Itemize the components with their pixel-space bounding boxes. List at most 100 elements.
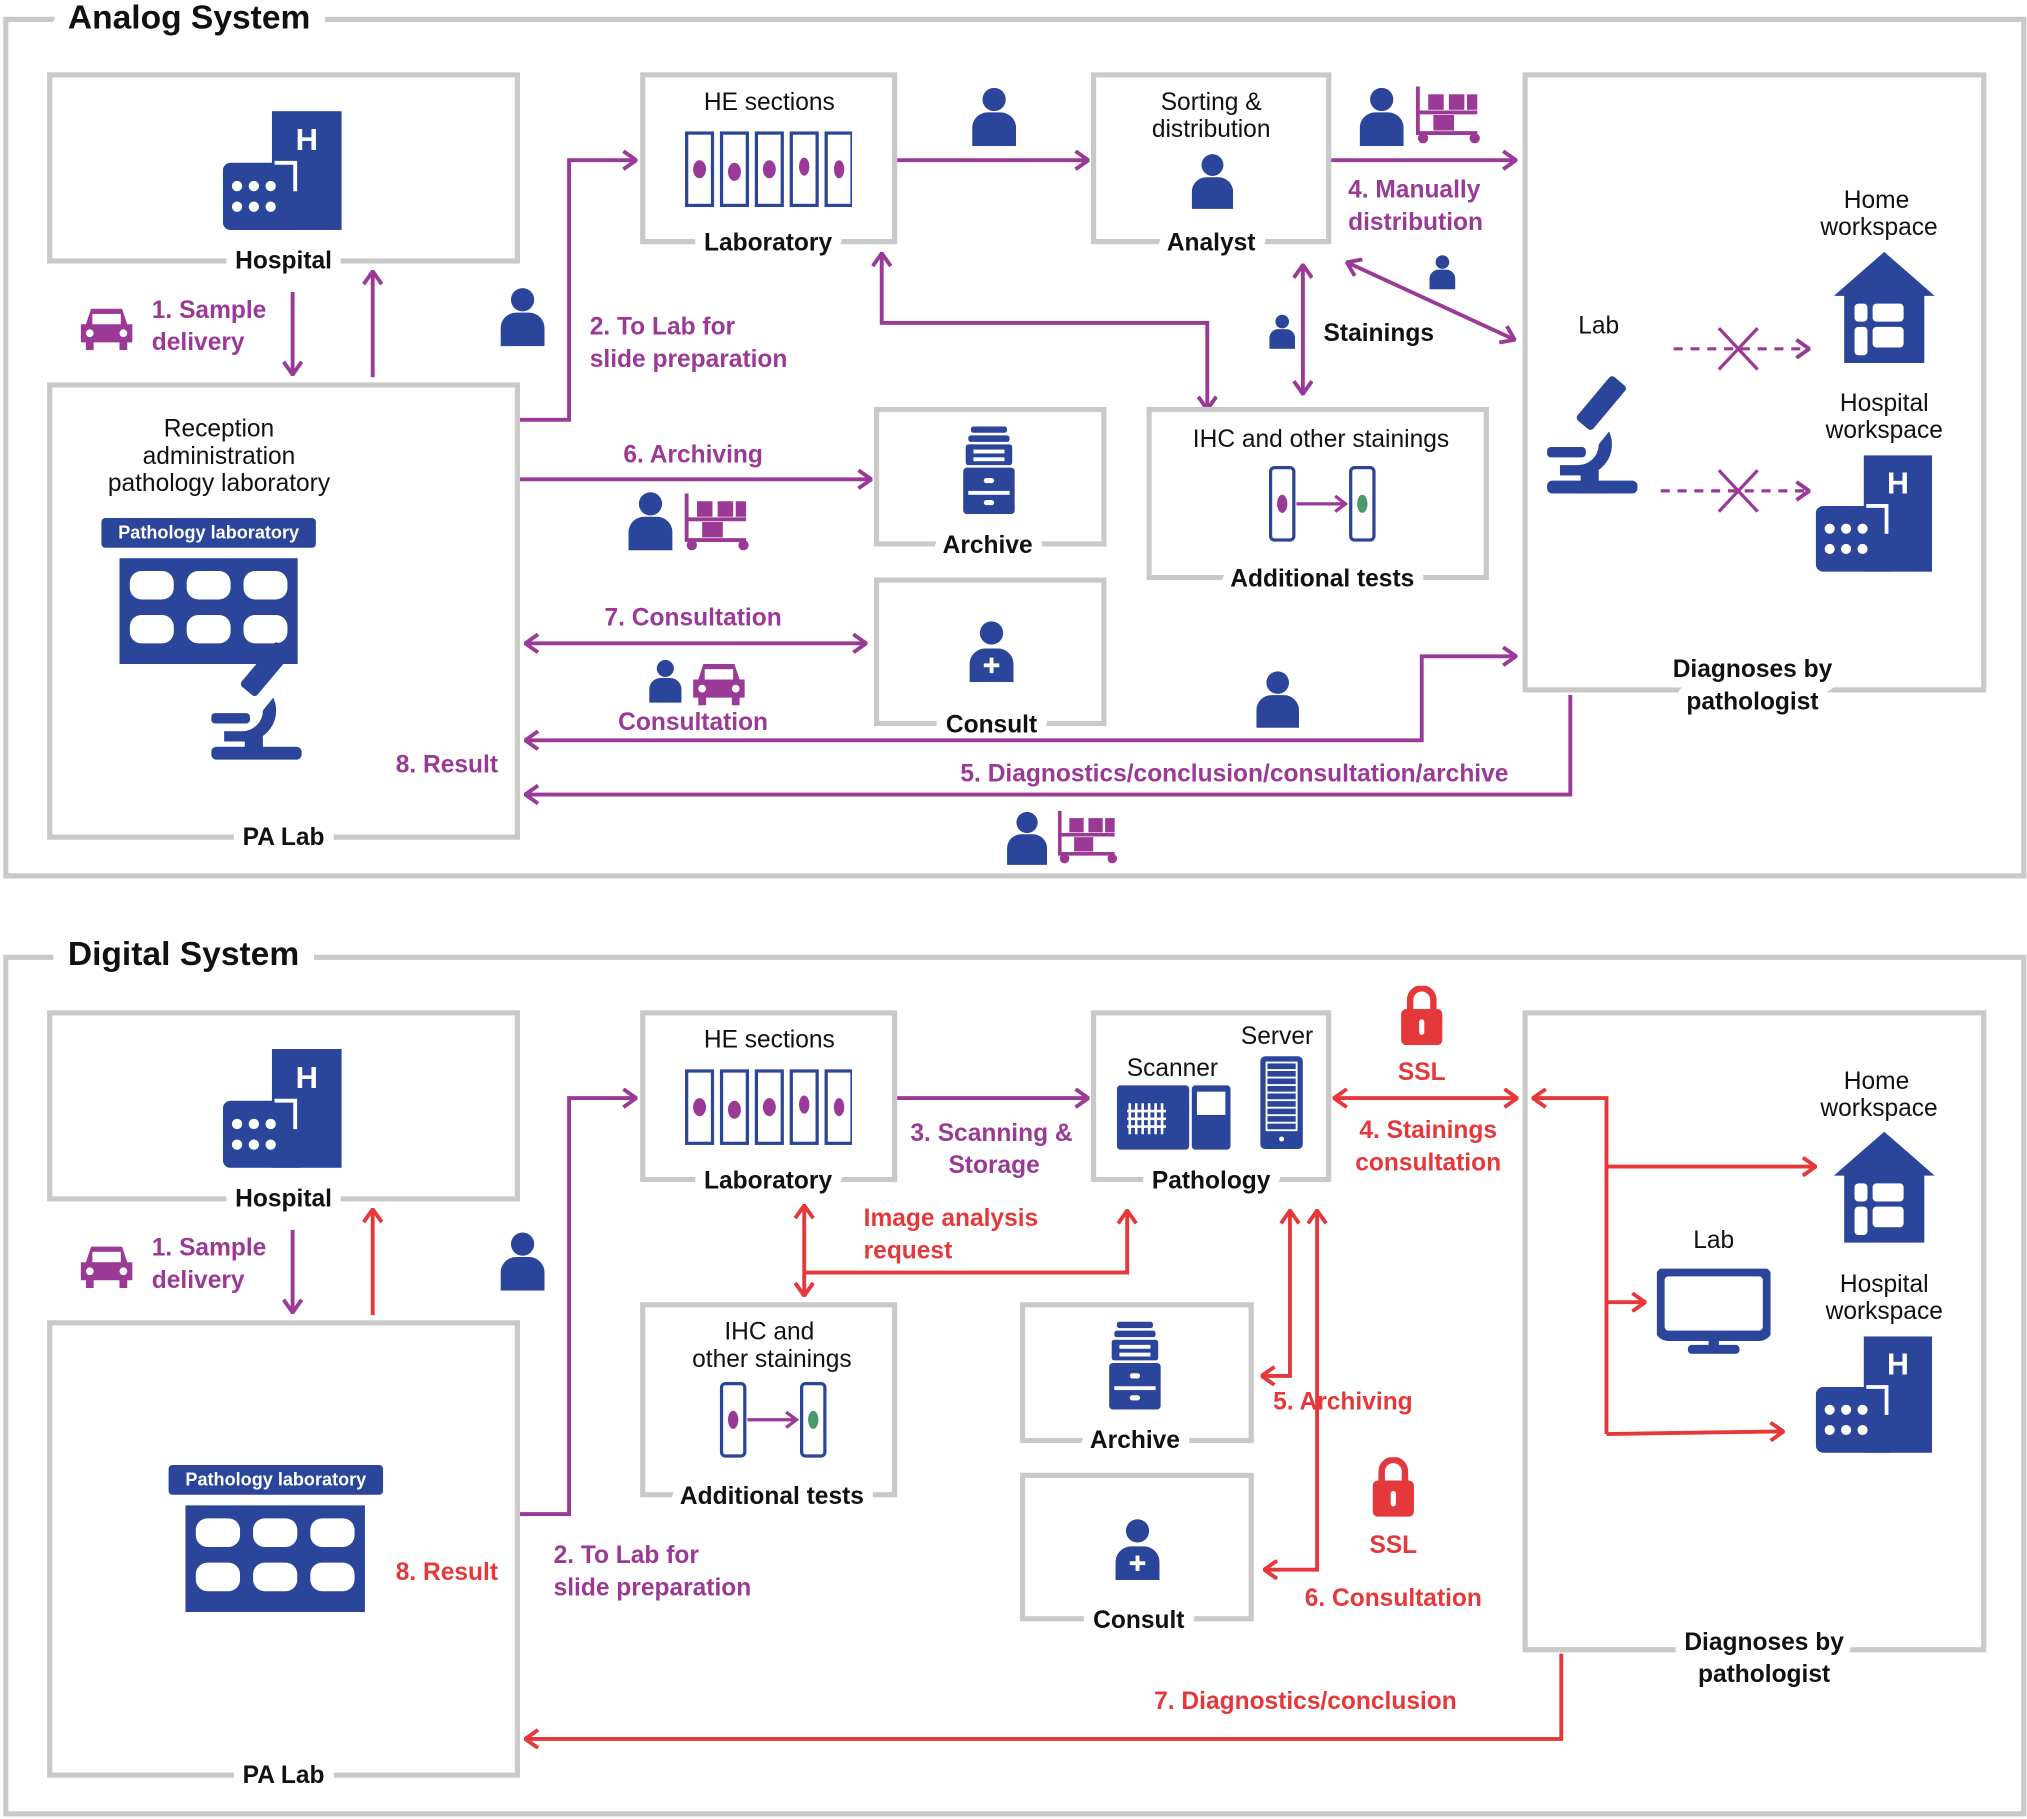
ihc-header: IHC and other stainings (1193, 426, 1449, 453)
diagnostics-label: 5. Diagnostics/conclusion/consultation/a… (960, 761, 1508, 788)
laboratory-label: Laboratory (704, 1168, 832, 1195)
lock-icon (1373, 1460, 1414, 1517)
hospital-label: Hospital (235, 248, 332, 275)
result-label: 8. Result (396, 1559, 498, 1586)
hospital-icon (222, 1049, 342, 1168)
analyst-icon (1191, 154, 1234, 209)
server-label: Server (1241, 1023, 1313, 1050)
pathology-lab-badge-text: Pathology laboratory (185, 1470, 366, 1490)
ihc-header-line2: other stainings (692, 1346, 852, 1373)
analog-title: Analog System (68, 0, 311, 36)
pathology-workflow-diagram: H Analog System Hospital 1. Sample deliv… (3, 0, 2027, 1817)
hospital-workspace-line1: Hospital (1840, 390, 1929, 417)
monitor-icon (1659, 1271, 1768, 1354)
home-workspace-line2: workspace (1819, 214, 1937, 241)
person-icon (500, 288, 545, 347)
archiving-label: 6. Archiving (623, 442, 763, 469)
consultation-label: 7. Consultation (605, 604, 782, 631)
result-label: 8. Result (396, 752, 498, 779)
microscope-icon (1547, 374, 1638, 494)
lock-icon (1401, 988, 1442, 1045)
home-workspace-line1: Home (1844, 1068, 1909, 1095)
house-icon (1833, 251, 1935, 364)
distribution-trunk (1533, 1098, 1609, 1435)
pa-lab-label: PA Lab (243, 824, 325, 851)
consult-icon (1115, 1517, 1160, 1580)
consult-label: Consult (1093, 1607, 1184, 1634)
to-lab-line2: slide preparation (554, 1575, 752, 1602)
house-icon (1833, 1131, 1935, 1243)
pathology-label: Pathology (1152, 1168, 1271, 1195)
scanner-icon (1116, 1085, 1231, 1150)
pa-lab-label: PA Lab (243, 1762, 325, 1789)
analog-system: Analog System Hospital 1. Sample deliver… (3, 0, 2027, 879)
lab-label: Lab (1578, 312, 1619, 339)
manual-distribution-line1: 4. Manually (1348, 177, 1481, 204)
home-workspace-line1: Home (1844, 187, 1909, 214)
he-sections-label: HE sections (704, 89, 835, 116)
to-lab-arrow (519, 160, 636, 422)
diagnoses-line2: pathologist (1686, 688, 1818, 715)
hospital-icon (1815, 454, 1933, 573)
manual-distribution-line2: distribution (1348, 209, 1483, 236)
stainings-label: Stainings (1324, 320, 1434, 347)
consult-label: Consult (946, 712, 1037, 739)
lab-ihc-arrow (882, 253, 1208, 409)
to-lab-arrow (519, 1098, 636, 1517)
slides-icon (685, 131, 853, 208)
cart-icon (1415, 86, 1482, 144)
diagnoses-line1: Diagnoses by (1673, 656, 1833, 683)
pa-lab-desc-line3: pathology laboratory (108, 470, 331, 497)
person-icon (1256, 671, 1300, 728)
hospital-label: Hospital (235, 1186, 332, 1213)
grid-icon (185, 1505, 365, 1613)
archiving-arrow (1262, 1211, 1290, 1376)
person-icon (500, 1232, 545, 1291)
person-icon (1359, 87, 1404, 146)
archive-icon (1109, 1321, 1161, 1410)
cart-icon (1057, 810, 1119, 865)
pa-lab-desc-line2: administration (143, 443, 296, 470)
image-analysis-line1: Image analysis (864, 1205, 1039, 1232)
ihc-slides-icon (1268, 466, 1376, 542)
sample-delivery-line2: delivery (152, 1267, 245, 1294)
diagnoses-line1: Diagnoses by (1684, 1629, 1844, 1656)
consultation-label: 6. Consultation (1305, 1585, 1482, 1612)
person-icon (1429, 255, 1456, 290)
stainings-consultation-line1: 4. Stainings (1359, 1117, 1497, 1144)
archiving-label: 5. Archiving (1273, 1388, 1413, 1415)
to-lab-line1: 2. To Lab for (554, 1542, 700, 1569)
stainings-consultation-line2: consultation (1355, 1149, 1501, 1176)
lab-label: Lab (1693, 1227, 1734, 1254)
pa-lab-desc-line1: Reception (164, 416, 274, 443)
slides-icon (685, 1069, 853, 1145)
ssl-label: SSL (1369, 1532, 1417, 1559)
sample-delivery-line2: delivery (152, 329, 245, 356)
diagnoses-line2: pathologist (1698, 1661, 1830, 1688)
consult-icon (969, 620, 1014, 683)
consultation-sub-label: Consultation (618, 709, 768, 736)
server-icon (1260, 1055, 1303, 1150)
hospital-workspace-line2: workspace (1825, 417, 1943, 444)
person-icon (628, 492, 673, 551)
hospital-icon (222, 111, 342, 230)
scanner-label: Scanner (1127, 1055, 1218, 1082)
digital-system: Digital System Hospital 1. Sample delive… (3, 919, 2027, 1817)
hospital-workspace-line2: workspace (1825, 1298, 1943, 1325)
sorting-line2: distribution (1152, 116, 1271, 143)
hospital-workspace-line1: Hospital (1840, 1271, 1929, 1298)
car-icon (693, 664, 745, 706)
digital-title: Digital System (68, 936, 299, 973)
he-sections-label: HE sections (704, 1027, 835, 1054)
analyst-label: Analyst (1167, 230, 1256, 257)
diagnostics-label: 7. Diagnostics/conclusion (1154, 1688, 1457, 1715)
image-analysis-line2: request (864, 1237, 953, 1264)
scanning-line2: Storage (948, 1152, 1039, 1179)
car-icon (80, 1246, 133, 1289)
person-icon (972, 87, 1017, 146)
laboratory-label: Laboratory (704, 230, 832, 257)
sorting-line1: Sorting & (1161, 89, 1262, 116)
person-icon (1269, 314, 1296, 349)
hospital-arrow (1606, 1431, 1783, 1434)
to-lab-line2: slide preparation (590, 346, 788, 373)
